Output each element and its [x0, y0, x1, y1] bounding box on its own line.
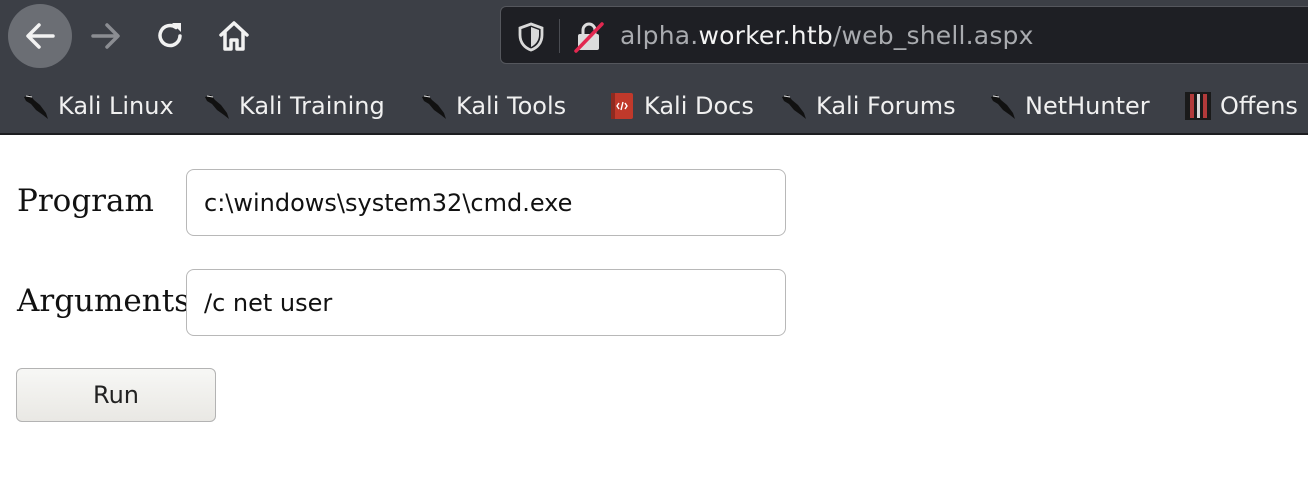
run-button[interactable]: Run [16, 368, 216, 422]
url-subdomain: alpha. [620, 21, 699, 50]
navigation-toolbar: alpha.worker.htb/web_shell.aspx [0, 0, 1308, 72]
bookmark-label: Kali Training [239, 92, 385, 120]
url-text: alpha.worker.htb/web_shell.aspx [620, 21, 1034, 50]
bookmark-label: Kali Linux [58, 92, 174, 120]
bookmark-offensive-security[interactable]: Offens [1184, 90, 1298, 122]
url-host: worker.htb [698, 21, 833, 50]
bookmark-kali-linux[interactable]: Kali Linux [22, 90, 174, 122]
url-path: /web_shell.aspx [832, 21, 1034, 50]
bookmark-label: NetHunter [1025, 92, 1150, 120]
back-button[interactable] [8, 4, 72, 68]
kali-dragon-icon [782, 95, 806, 119]
bookmark-label: Kali Forums [816, 92, 956, 120]
kali-dragon-icon [422, 95, 446, 119]
address-bar[interactable]: alpha.worker.htb/web_shell.aspx [500, 6, 1308, 64]
kali-dragon-icon [991, 95, 1015, 119]
web-shell-page: Program Arguments Run [0, 135, 1308, 482]
kali-dragon-icon [24, 95, 48, 119]
insecure-lock-icon[interactable] [573, 21, 605, 53]
bookmark-kali-tools[interactable]: Kali Tools [420, 90, 566, 122]
arguments-label: Arguments [17, 283, 191, 319]
bookmark-kali-training[interactable]: Kali Training [203, 90, 385, 122]
program-label: Program [17, 183, 154, 219]
bookmark-kali-forums[interactable]: Kali Forums [780, 90, 956, 122]
reload-button[interactable] [148, 12, 192, 60]
kali-dragon-icon [205, 95, 229, 119]
tracking-protection-shield-icon[interactable] [517, 22, 545, 52]
offsec-icon [1185, 92, 1211, 120]
docs-book-icon [611, 93, 633, 119]
browser-chrome: alpha.worker.htb/web_shell.aspx Kali Lin… [0, 0, 1308, 135]
arrow-left-icon [26, 23, 55, 49]
arrow-right-icon [91, 23, 120, 49]
bookmarks-toolbar: Kali Linux Kali Training Kali Tools Kali… [0, 84, 1308, 128]
address-bar-separator [559, 19, 560, 53]
home-button[interactable] [210, 12, 258, 60]
home-icon [219, 21, 249, 51]
reload-icon [158, 23, 182, 48]
bookmark-nethunter[interactable]: NetHunter [989, 90, 1150, 122]
bookmark-label: Offens [1220, 92, 1298, 120]
arguments-input[interactable] [186, 269, 786, 336]
forward-button[interactable] [84, 12, 128, 60]
bookmark-label: Kali Tools [456, 92, 567, 120]
bookmark-label: Kali Docs [644, 92, 754, 120]
bookmark-kali-docs[interactable]: Kali Docs [608, 90, 754, 122]
program-input[interactable] [186, 169, 786, 236]
